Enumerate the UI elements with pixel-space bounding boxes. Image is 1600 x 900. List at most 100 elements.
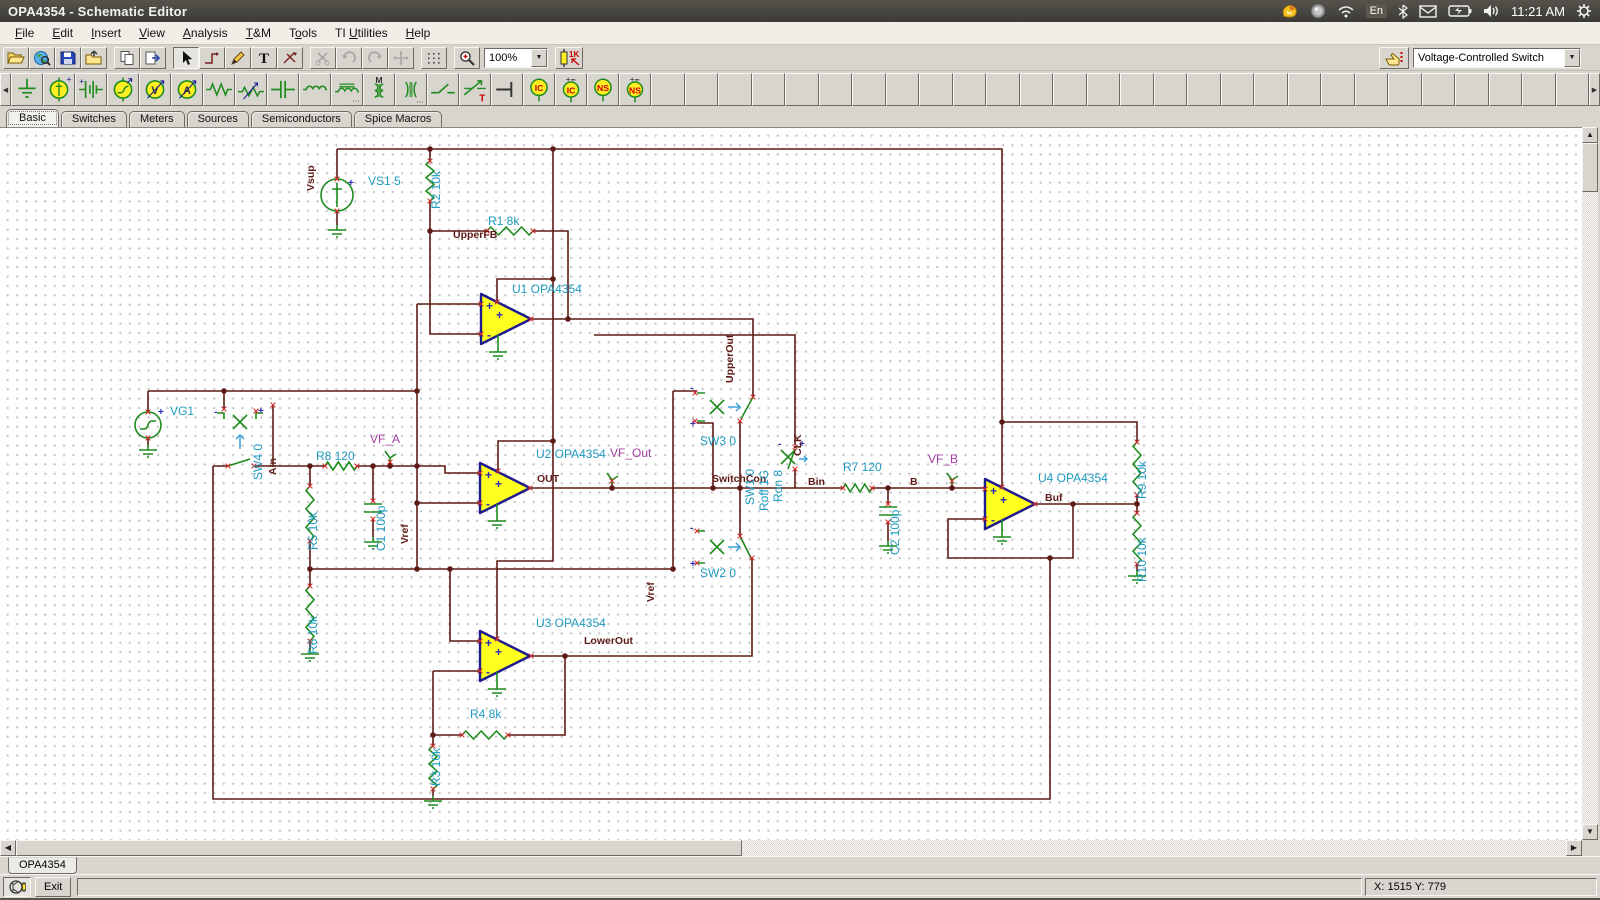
vertical-scroll-thumb[interactable] <box>1582 143 1598 192</box>
pencil-tool-button[interactable] <box>225 47 251 69</box>
scroll-left-button[interactable]: ◀ <box>0 840 16 856</box>
ground-symbol[interactable] <box>993 532 1011 544</box>
component-type-select[interactable]: Voltage-Controlled Switch ▼ <box>1413 48 1581 68</box>
palette-potentiometer-button[interactable] <box>235 73 267 106</box>
schematic-label[interactable]: VF_B <box>928 452 958 466</box>
menu-tools[interactable]: Tools <box>280 23 326 43</box>
ground-symbol[interactable] <box>489 347 507 359</box>
palette-inductor-core-button[interactable] <box>331 73 363 106</box>
schematic-label[interactable]: R3 10k <box>429 747 443 786</box>
ground-symbol[interactable] <box>328 225 346 237</box>
palette-ic-pin-plus-button[interactable] <box>555 73 587 106</box>
schematic-label[interactable]: Bin <box>808 476 825 488</box>
session-gear-icon[interactable] <box>1576 3 1592 19</box>
schematic-label[interactable]: U4 OPA4354 <box>1038 471 1108 485</box>
exit-button[interactable]: Exit <box>35 877 71 897</box>
palette-scroll-right-button[interactable]: ▶ <box>1589 73 1600 106</box>
tab-meters[interactable]: Meters <box>129 111 185 127</box>
palette-terminal-button[interactable] <box>491 73 523 106</box>
palette-resistor-button[interactable] <box>203 73 235 106</box>
schematic-label[interactable]: Ain <box>267 458 279 475</box>
ground-symbol[interactable] <box>488 684 506 696</box>
tab-spice-macros[interactable]: Spice Macros <box>354 111 443 127</box>
schematic-label[interactable]: R2 10k <box>429 170 443 209</box>
schematic-label[interactable]: B <box>910 476 918 488</box>
voltage-probe-symbol[interactable] <box>947 473 958 484</box>
schematic-label[interactable]: UpperFB <box>453 229 498 241</box>
palette-voltmeter-button[interactable] <box>139 73 171 106</box>
component-type-dropdown-button[interactable]: ▼ <box>1564 49 1580 67</box>
menu-edit[interactable]: Edit <box>43 23 82 43</box>
cut-button[interactable] <box>310 47 336 69</box>
schematic-label[interactable]: OUT <box>537 473 560 485</box>
palette-battery-button[interactable] <box>75 73 107 106</box>
schematic-label[interactable]: LowerOut <box>584 635 634 647</box>
switch-control-x[interactable] <box>710 400 724 414</box>
schematic-label[interactable]: R4 8k <box>470 707 502 721</box>
messenger-icon[interactable] <box>1281 3 1299 19</box>
schematic-label[interactable]: VG1 <box>170 404 194 418</box>
undo-button[interactable] <box>336 47 362 69</box>
ground-symbol[interactable] <box>139 445 157 457</box>
schematic-label[interactable]: Ron 8 <box>771 470 785 502</box>
open-file-button[interactable] <box>3 47 29 69</box>
open-recent-button[interactable] <box>81 47 107 69</box>
schematic-label[interactable]: SW1 0 <box>743 469 757 505</box>
palette-transformer-button[interactable] <box>363 73 395 106</box>
palette-nodeset-button[interactable] <box>587 73 619 106</box>
palette-inductor-button[interactable] <box>299 73 331 106</box>
palette-controlled-switch-button[interactable] <box>459 73 491 106</box>
scroll-down-button[interactable]: ▼ <box>1582 824 1598 840</box>
clock[interactable]: 11:21 AM <box>1511 4 1565 19</box>
menu-help[interactable]: Help <box>397 23 440 43</box>
ground-symbol[interactable] <box>424 796 442 808</box>
volume-icon[interactable] <box>1483 4 1500 18</box>
schematic-label[interactable]: U1 OPA4354 <box>512 282 582 296</box>
paste-button[interactable] <box>140 47 166 69</box>
schematic-label[interactable]: C1 100p <box>374 505 388 551</box>
palette-capacitor-button[interactable] <box>267 73 299 106</box>
wifi-icon[interactable] <box>1337 4 1355 18</box>
resistor-symbol[interactable] <box>843 484 872 492</box>
voltage-probe-symbol[interactable] <box>385 451 396 462</box>
schematic-canvas[interactable]: ++-++-++-++-++-+-+-+-+VS1 5VsupR2 10kUpp… <box>0 127 1582 840</box>
palette-ic-pin-button[interactable] <box>523 73 555 106</box>
palette-ammeter-button[interactable] <box>171 73 203 106</box>
palette-voltage-source-button[interactable] <box>43 73 75 106</box>
schematic-label[interactable]: UpperOut <box>724 334 736 383</box>
schematic-label[interactable]: R5 10k <box>306 511 320 550</box>
bluetooth-icon[interactable] <box>1398 4 1408 19</box>
resistor-symbol[interactable] <box>325 462 357 470</box>
schematic-label[interactable]: SW2 0 <box>700 566 736 580</box>
palette-scroll-left-button[interactable]: ◀ <box>0 73 11 106</box>
horizontal-scrollbar[interactable]: ◀ ▶ <box>0 840 1582 856</box>
grid-toggle-button[interactable] <box>421 47 447 69</box>
schematic-label[interactable]: Roff 1G <box>757 470 771 511</box>
keyboard-layout-indicator[interactable]: En <box>1366 4 1387 18</box>
voltage-probe-symbol[interactable] <box>607 473 618 484</box>
component-mode-button[interactable] <box>1379 47 1409 69</box>
zoom-select[interactable]: 100% ▼ <box>484 48 548 68</box>
save-button[interactable] <box>55 47 81 69</box>
scroll-right-button[interactable]: ▶ <box>1566 840 1582 856</box>
schematic-label[interactable]: R6 10k <box>306 615 320 654</box>
tab-basic[interactable]: Basic <box>6 109 59 127</box>
tab-sources[interactable]: Sources <box>187 111 249 127</box>
schematic-label[interactable]: R1 8k <box>488 214 520 228</box>
palette-switch-button[interactable] <box>427 73 459 106</box>
schematic-label[interactable]: R7 120 <box>843 460 882 474</box>
select-tool-button[interactable] <box>173 47 199 69</box>
schematic-label[interactable]: R8 120 <box>316 449 355 463</box>
app-indicator-icon[interactable] <box>1310 3 1326 19</box>
menu-file[interactable]: File <box>6 23 43 43</box>
tab-semiconductors[interactable]: Semiconductors <box>251 111 352 127</box>
wire-tool-button[interactable] <box>199 47 225 69</box>
schematic-label[interactable]: VS1 5 <box>368 174 401 188</box>
ground-symbol[interactable] <box>488 516 506 528</box>
menu-view[interactable]: View <box>130 23 174 43</box>
menu-analysis[interactable]: Analysis <box>174 23 237 43</box>
schematic-mode-button[interactable] <box>3 877 31 897</box>
document-tab-opa4354[interactable]: OPA4354 <box>8 857 77 874</box>
palette-nodeset-plus-button[interactable] <box>619 73 651 106</box>
schematic-label[interactable]: U2 OPA4354 <box>536 447 606 461</box>
